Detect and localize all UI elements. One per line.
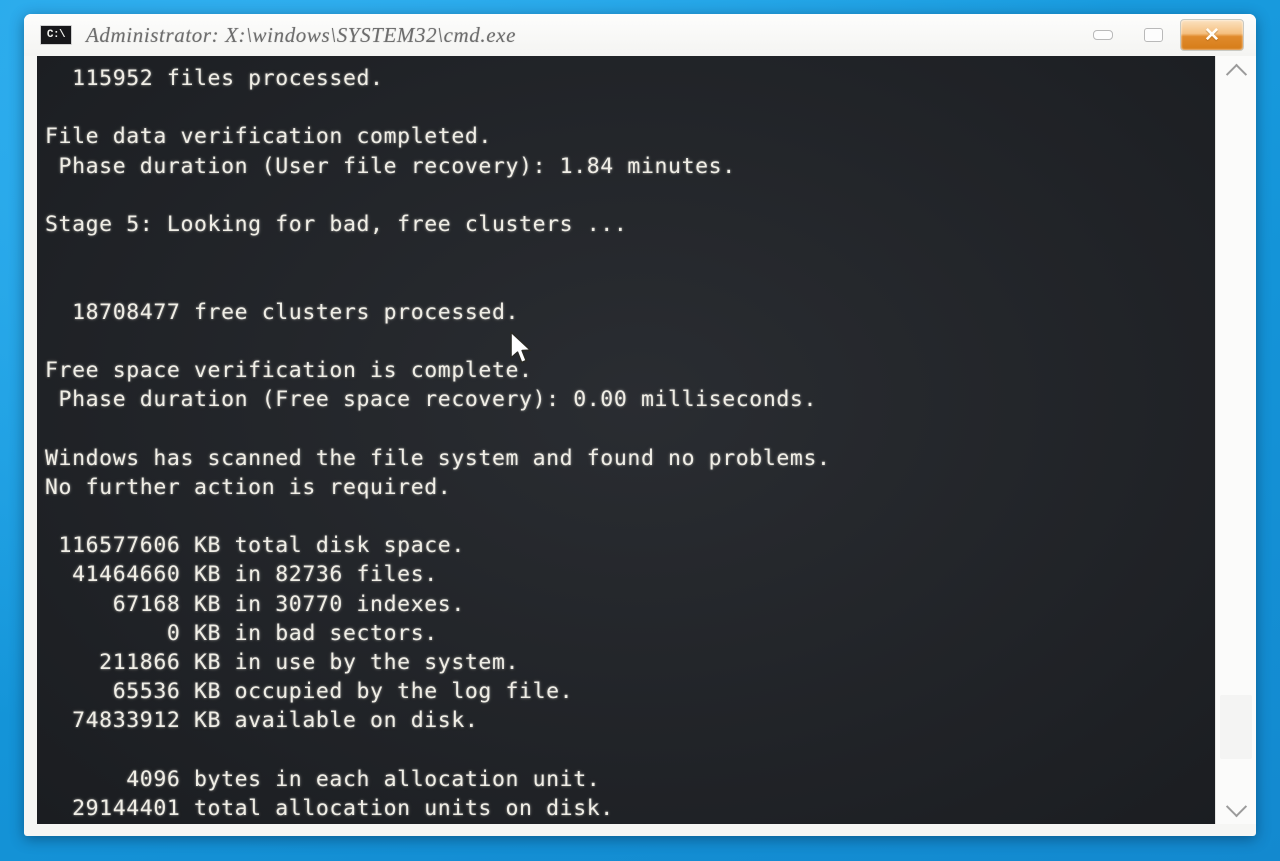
close-button[interactable]: ✕: [1180, 19, 1244, 51]
command-prompt-window: C:\ Administrator: X:\windows\SYSTEM32\c…: [24, 14, 1256, 836]
minimize-icon: [1093, 30, 1113, 40]
console-output: 115952 files processed. File data verifi…: [45, 66, 831, 822]
window-controls: ✕: [1080, 14, 1256, 56]
maximize-button[interactable]: [1130, 20, 1176, 50]
cmd-icon: C:\: [40, 25, 72, 45]
console-output-area[interactable]: 115952 files processed. File data verifi…: [37, 56, 1243, 824]
window-title-bar[interactable]: C:\ Administrator: X:\windows\SYSTEM32\c…: [24, 14, 1256, 56]
console-text: 115952 files processed. File data verifi…: [37, 56, 1243, 824]
maximize-icon: [1143, 28, 1163, 42]
window-title: Administrator: X:\windows\SYSTEM32\cmd.e…: [86, 22, 517, 47]
desktop-background: C:\ Administrator: X:\windows\SYSTEM32\c…: [0, 0, 1280, 861]
minimize-button[interactable]: [1080, 20, 1126, 50]
